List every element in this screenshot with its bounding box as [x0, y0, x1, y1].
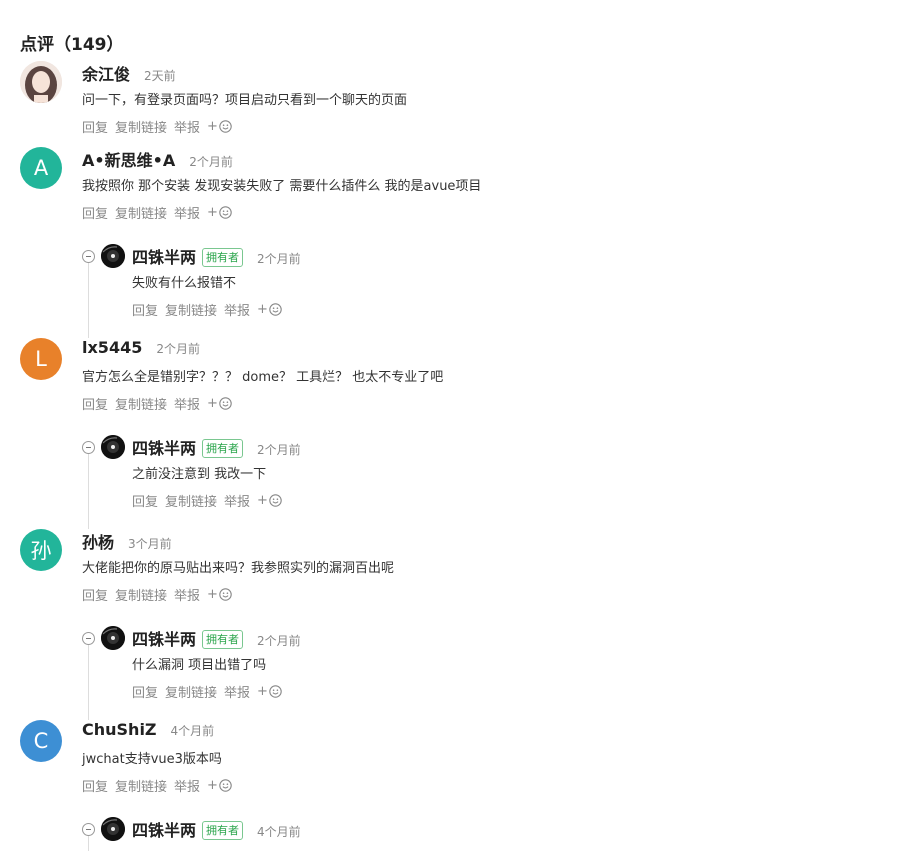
report-button[interactable]: 举报	[224, 682, 250, 701]
author-name[interactable]: 四铢半两	[132, 244, 196, 268]
comment-time: 4个月前	[170, 724, 215, 738]
copy-link-button[interactable]: 复制链接	[115, 394, 167, 413]
copy-link-button[interactable]: 复制链接	[115, 585, 167, 604]
owner-badge: 拥有者	[202, 439, 244, 458]
owner-badge: 拥有者	[202, 630, 244, 649]
smile-icon	[219, 397, 232, 410]
copy-link-button[interactable]: 复制链接	[115, 776, 167, 795]
reply-button[interactable]: 回复	[82, 117, 108, 136]
avatar[interactable]: 孙	[20, 529, 62, 571]
reply-button[interactable]: 回复	[82, 776, 108, 795]
reply-button[interactable]: 回复	[132, 300, 158, 319]
comment-text: 问一下，有登录页面吗？项目启动只看到一个聊天的页面	[82, 93, 408, 108]
author-name[interactable]: 四铢半两	[132, 626, 196, 650]
comment-time: 2个月前	[257, 252, 301, 266]
report-button[interactable]: 举报	[174, 585, 200, 604]
author-name[interactable]: A•新思维•A	[82, 147, 175, 171]
avatar[interactable]: A	[20, 147, 62, 189]
add-reaction-button[interactable]: +	[207, 587, 232, 602]
add-reaction-button[interactable]: +	[257, 684, 282, 699]
copy-link-button[interactable]: 复制链接	[165, 682, 217, 701]
avatar[interactable]	[20, 61, 62, 103]
add-reaction-button[interactable]: +	[207, 778, 232, 793]
report-button[interactable]: 举报	[174, 776, 200, 795]
comment-time: 2天前	[144, 69, 176, 83]
reply-button[interactable]: 回复	[82, 203, 108, 222]
smile-icon	[219, 120, 232, 133]
add-reaction-button[interactable]: +	[207, 119, 232, 134]
report-button[interactable]: 举报	[224, 300, 250, 319]
comment-text: 我按照你 那个安装 发现安装失败了 需要什么插件么 我的是avue项目	[82, 179, 482, 194]
reply-button[interactable]: 回复	[82, 394, 108, 413]
owner-badge: 拥有者	[202, 248, 244, 267]
report-button[interactable]: 举报	[224, 491, 250, 510]
collapse-toggle-icon[interactable]	[82, 250, 95, 263]
comment-text: 官方怎么全是错别字？？？ dome？ 工具烂？ 也太不专业了吧	[82, 370, 444, 385]
avatar[interactable]: L	[20, 338, 62, 380]
collapse-toggle-icon[interactable]	[82, 632, 95, 645]
comment-text: 之前没注意到 我改一下	[132, 467, 267, 482]
avatar[interactable]	[101, 626, 125, 650]
comment-text: 什么漏洞 项目出错了吗	[132, 658, 267, 673]
comment-time: 2个月前	[156, 342, 200, 356]
add-reaction-button[interactable]: +	[207, 205, 232, 220]
author-name[interactable]: 余江俊	[82, 61, 130, 85]
author-name[interactable]: 四铢半两	[132, 435, 196, 459]
owner-avatar-icon	[101, 626, 125, 650]
comment-time: 4个月前	[257, 825, 301, 839]
add-reaction-button[interactable]: +	[257, 493, 282, 508]
reply-button[interactable]: 回复	[82, 585, 108, 604]
owner-avatar-icon	[101, 244, 125, 268]
comments-title: 点评（149）	[20, 35, 124, 55]
smile-icon	[219, 779, 232, 792]
author-name[interactable]: 四铢半两	[132, 817, 196, 841]
collapse-toggle-icon[interactable]	[82, 441, 95, 454]
smile-icon	[219, 588, 232, 601]
smile-icon	[269, 685, 282, 698]
user-photo-icon	[20, 61, 62, 103]
comment-time: 2个月前	[257, 634, 301, 648]
comment-time: 2个月前	[257, 443, 301, 457]
owner-avatar-icon	[101, 817, 125, 841]
owner-badge: 拥有者	[202, 821, 244, 840]
reply-button[interactable]: 回复	[132, 491, 158, 510]
reply-button[interactable]: 回复	[132, 682, 158, 701]
avatar[interactable]: C	[20, 720, 62, 762]
avatar[interactable]	[101, 435, 125, 459]
author-name[interactable]: lx5445	[82, 338, 142, 357]
report-button[interactable]: 举报	[174, 203, 200, 222]
add-reaction-button[interactable]: +	[207, 396, 232, 411]
owner-avatar-icon	[101, 435, 125, 459]
comment-time: 3个月前	[128, 537, 172, 551]
comment-text: 失败有什么报错不	[132, 276, 237, 291]
comment-text: 大佬能把你的原马贴出来吗？我参照实列的漏洞百出呢	[82, 561, 395, 576]
copy-link-button[interactable]: 复制链接	[115, 117, 167, 136]
copy-link-button[interactable]: 复制链接	[115, 203, 167, 222]
smile-icon	[269, 303, 282, 316]
author-name[interactable]: ChuShiZ	[82, 720, 157, 739]
collapse-toggle-icon[interactable]	[82, 823, 95, 836]
report-button[interactable]: 举报	[174, 394, 200, 413]
comment-time: 2个月前	[189, 155, 233, 169]
avatar[interactable]	[101, 244, 125, 268]
avatar[interactable]	[101, 817, 125, 841]
comment-text: jwchat支持vue3版本吗	[82, 752, 222, 767]
report-button[interactable]: 举报	[174, 117, 200, 136]
smile-icon	[219, 206, 232, 219]
copy-link-button[interactable]: 复制链接	[165, 300, 217, 319]
smile-icon	[269, 494, 282, 507]
author-name[interactable]: 孙杨	[82, 529, 114, 553]
add-reaction-button[interactable]: +	[257, 302, 282, 317]
copy-link-button[interactable]: 复制链接	[165, 491, 217, 510]
